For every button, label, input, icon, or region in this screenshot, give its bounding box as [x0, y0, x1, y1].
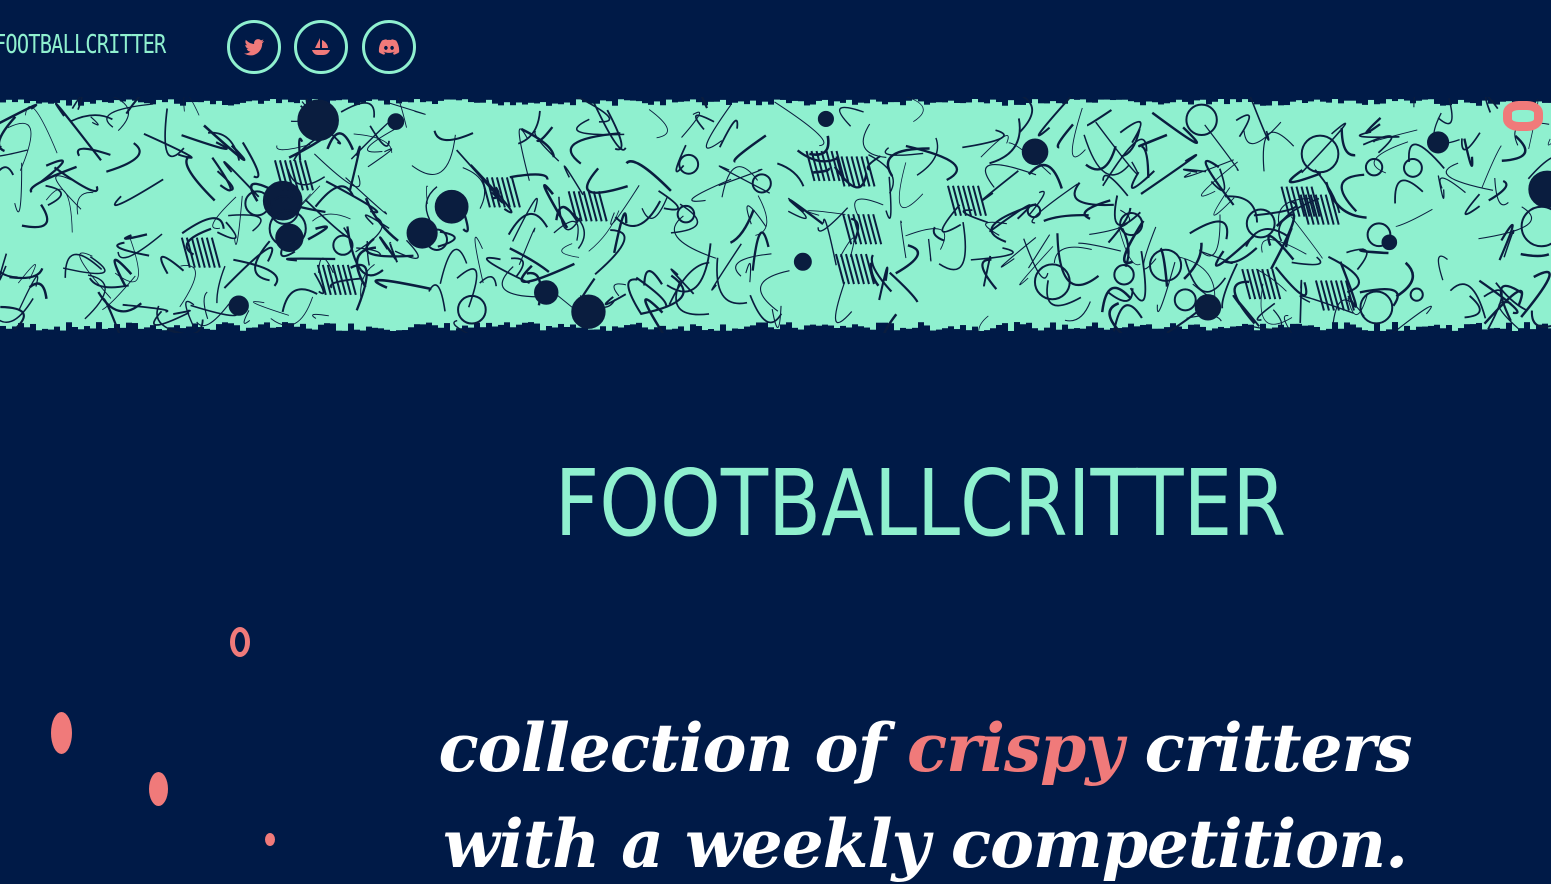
- hero-title: FOOTBALLCRITTER: [554, 450, 1287, 557]
- decorative-coral-dot: [265, 833, 275, 846]
- discord-icon: [378, 39, 400, 55]
- decorative-coral-ring: [1503, 101, 1543, 131]
- decorative-coral-dot: [149, 772, 168, 806]
- discord-link[interactable]: [362, 20, 416, 74]
- tagline-text-start: collection of: [438, 709, 907, 787]
- twitter-link[interactable]: [227, 20, 281, 74]
- top-navigation: FOOTBALLCRITTER: [0, 0, 1551, 97]
- decorative-coral-ring: [230, 627, 250, 657]
- tagline-accent-word: crispy: [906, 709, 1124, 787]
- critter-pattern-illustration: [0, 97, 1551, 333]
- twitter-bird-icon: [244, 39, 264, 56]
- tagline-line-2: with a weekly competition.: [442, 805, 1408, 883]
- opensea-boat-icon: [312, 38, 330, 55]
- tagline-line-1: collection of crispy critters: [400, 700, 1450, 796]
- tagline-text-end: critters: [1122, 709, 1413, 787]
- decorative-coral-dot: [51, 712, 72, 754]
- hero-tagline: collection of crispy critters with a wee…: [400, 700, 1450, 884]
- opensea-link[interactable]: [294, 20, 348, 74]
- brand-logo-link[interactable]: FOOTBALLCRITTER: [0, 30, 166, 60]
- critter-banner-illustration: [0, 97, 1551, 333]
